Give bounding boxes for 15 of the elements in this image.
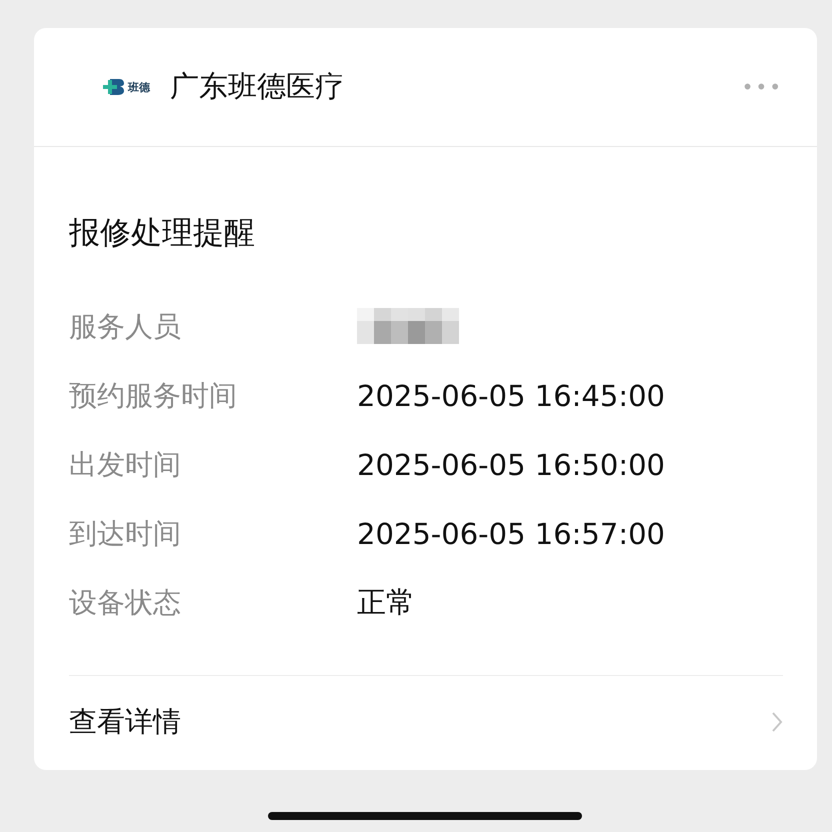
logo-icon — [102, 77, 126, 97]
field-value: 2025-06-05 16:45:00 — [357, 379, 665, 413]
field-value: 2025-06-05 16:57:00 — [357, 517, 665, 551]
account-name: 广东班德医疗 — [170, 68, 345, 105]
field-label: 设备状态 — [69, 585, 182, 621]
message-title: 报修处理提醒 — [69, 214, 256, 253]
field-label: 出发时间 — [69, 447, 182, 483]
field-label: 服务人员 — [69, 309, 182, 345]
field-label: 到达时间 — [69, 516, 182, 552]
view-details-link[interactable]: 查看详情 — [69, 676, 783, 768]
logo-text: 班德 — [128, 80, 150, 94]
field-value: 正常 — [357, 584, 415, 621]
chevron-right-icon — [771, 711, 783, 733]
field-label: 预约服务时间 — [69, 378, 238, 414]
field-value: 2025-06-05 16:50:00 — [357, 448, 665, 482]
